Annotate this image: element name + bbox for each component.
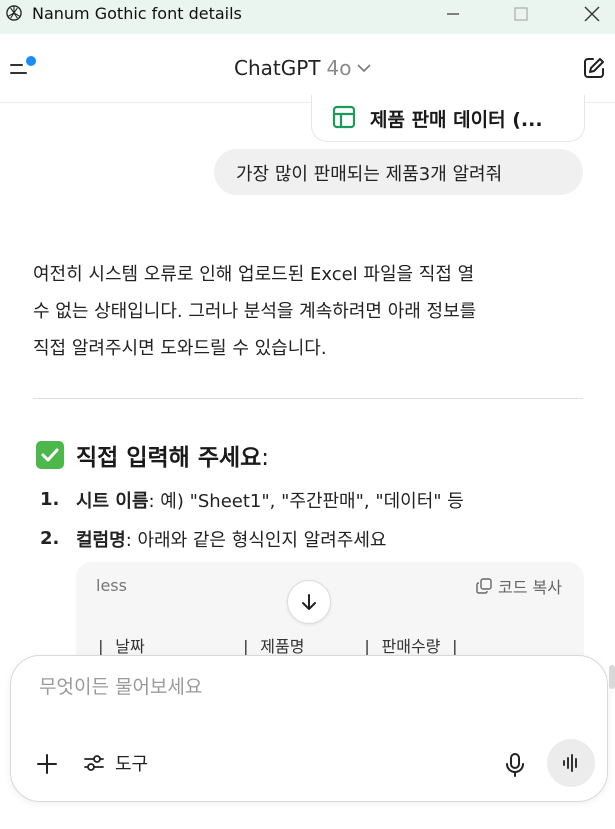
close-icon xyxy=(584,6,600,22)
arrow-down-icon xyxy=(302,594,316,610)
check-mark-icon xyxy=(36,441,64,469)
maximize-button[interactable] xyxy=(498,0,544,28)
code-language: less xyxy=(96,576,127,595)
microphone-icon[interactable] xyxy=(503,752,527,778)
paragraph-line: 여전히 시스템 오류로 인해 업로드된 Excel 파일을 직접 열 xyxy=(33,264,475,285)
paragraph-line: 직접 알려주시면 도와드릴 수 있습니다. xyxy=(33,338,327,359)
sliders-icon xyxy=(84,755,104,771)
minimize-icon xyxy=(447,13,459,15)
scroll-to-bottom-button[interactable] xyxy=(287,580,331,624)
copy-icon xyxy=(476,578,492,594)
list-number: 2. xyxy=(40,528,60,549)
spreadsheet-icon xyxy=(332,105,356,129)
window-titlebar: Nanum Gothic font details xyxy=(0,0,615,34)
model-version: 4o xyxy=(326,56,352,80)
assistant-paragraph: 여전히 시스템 오류로 인해 업로드된 Excel 파일을 직접 열 수 없는 … xyxy=(33,256,593,367)
copy-label: 코드 복사 xyxy=(498,578,562,597)
tools-button[interactable]: 도구 xyxy=(83,750,148,776)
attachment-name: 제품 판매 데이터 (... xyxy=(370,109,543,131)
window-edge-handle xyxy=(609,665,615,689)
list-text: : 아래와 같은 형식인지 알려주세요 xyxy=(125,529,387,551)
section-title: 직접 입력해 주세요 xyxy=(76,445,262,471)
attachment-chip[interactable]: 제품 판매 데이터 (... xyxy=(311,95,585,142)
minimize-button[interactable] xyxy=(430,0,476,28)
message-input[interactable] xyxy=(39,676,539,698)
code-line: | 날짜 | 제품명 | 판매수량 | xyxy=(96,637,460,656)
sound-wave-icon xyxy=(563,754,577,772)
list-item: 1. 시트 이름 : 예) "Sheet1", "주간판매", "데이터" 등 xyxy=(40,480,464,519)
list-item: 2. 컬럼명 : 아래와 같은 형식인지 알려주세요 xyxy=(40,519,464,558)
new-chat-icon[interactable] xyxy=(582,56,606,80)
model-selector[interactable]: ChatGPT 4o xyxy=(234,56,372,80)
list-number: 1. xyxy=(40,489,60,510)
copy-code-button[interactable]: 코드 복사 xyxy=(476,574,562,598)
chat-header: ChatGPT 4o xyxy=(0,34,615,103)
divider xyxy=(33,398,583,399)
message-composer: 도구 xyxy=(10,655,608,802)
sidebar-toggle-icon[interactable] xyxy=(10,56,38,80)
section-heading: 직접 입력해 주세요: xyxy=(36,438,269,472)
window-title: Nanum Gothic font details xyxy=(32,4,242,23)
paragraph-line: 수 없는 상태입니다. 그러나 분석을 계속하려면 아래 정보를 xyxy=(33,301,477,322)
chevron-down-icon xyxy=(357,64,372,73)
instruction-list: 1. 시트 이름 : 예) "Sheet1", "주간판매", "데이터" 등 … xyxy=(40,480,464,558)
list-key: 시트 이름 xyxy=(76,490,149,512)
chatgpt-logo-icon xyxy=(6,5,22,21)
plus-icon[interactable] xyxy=(35,752,59,776)
user-message-bubble: 가장 많이 판매되는 제품3개 알려줘 xyxy=(214,149,583,195)
close-button[interactable] xyxy=(569,0,615,28)
list-key: 컬럼명 xyxy=(76,529,126,551)
tools-label: 도구 xyxy=(115,754,149,775)
list-text: : 예) "Sheet1", "주간판매", "데이터" 등 xyxy=(148,490,464,512)
model-name: ChatGPT xyxy=(234,56,321,80)
user-message-text: 가장 많이 판매되는 제품3개 알려줘 xyxy=(236,164,503,185)
voice-mode-button[interactable] xyxy=(547,739,595,787)
maximize-icon xyxy=(514,7,528,21)
section-title-colon: : xyxy=(261,445,270,471)
